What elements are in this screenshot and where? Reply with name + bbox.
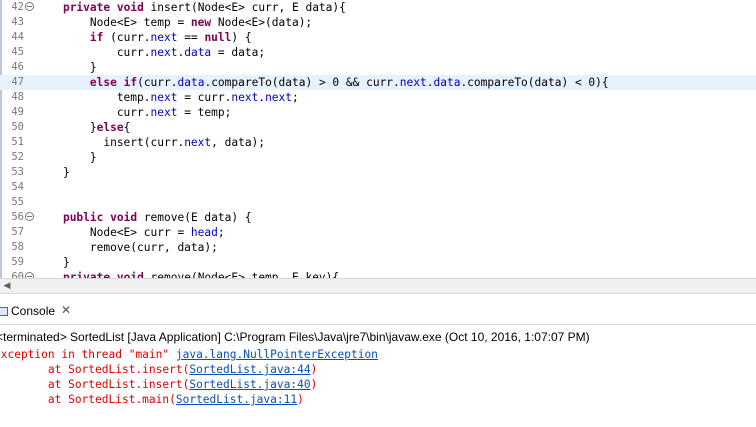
- code-line[interactable]: 46 }: [0, 60, 756, 75]
- stacktrace-link[interactable]: SortedList.java:44: [189, 363, 310, 376]
- code-line[interactable]: 59 }: [0, 255, 756, 270]
- code-text: if (curr.next == null) {: [89, 31, 252, 44]
- code-line[interactable]: 47 else if(curr.data.compareTo(data) > 0…: [0, 75, 756, 90]
- code-text: private void remove(Node<E> temp, E key)…: [62, 271, 340, 278]
- console-tab-bar: Console ✕: [0, 300, 756, 325]
- code-line[interactable]: 53 }: [0, 165, 756, 180]
- line-number: 45: [11, 46, 24, 58]
- line-number: 49: [11, 106, 24, 118]
- code-text: }: [36, 61, 97, 74]
- line-number: 59: [11, 256, 24, 268]
- fold-collapse-icon[interactable]: [25, 212, 34, 221]
- code-text: remove(curr, data);: [36, 241, 218, 254]
- code-text: Node<E> temp = new Node<E>(data);: [36, 16, 313, 29]
- console-output-line: at SortedList.insert(SortedList.java:44): [0, 363, 318, 376]
- line-number: 52: [11, 151, 24, 163]
- line-number: 57: [11, 226, 24, 238]
- code-text: else if(curr.data.compareTo(data) > 0 &&…: [89, 76, 609, 89]
- code-text: curr.next = temp;: [36, 106, 232, 119]
- line-number: 48: [11, 91, 24, 103]
- stacktrace-link[interactable]: SortedList.java:11: [176, 393, 297, 406]
- line-number: 55: [11, 196, 24, 208]
- line-number: 54: [11, 181, 24, 193]
- code-line[interactable]: 43 Node<E> temp = new Node<E>(data);: [0, 15, 756, 30]
- line-number: 44: [11, 31, 24, 43]
- console-output-line: at SortedList.insert(SortedList.java:40): [0, 378, 318, 391]
- code-line[interactable]: 55: [0, 195, 756, 210]
- code-text: }: [36, 151, 97, 164]
- line-number: 58: [11, 241, 24, 253]
- line-number: 47: [11, 76, 24, 88]
- line-number: 46: [11, 61, 24, 73]
- code-line[interactable]: 60 private void remove(Node<E> temp, E k…: [0, 270, 756, 278]
- console-tab-label: Console: [11, 304, 56, 318]
- fold-collapse-icon[interactable]: [25, 2, 34, 11]
- code-text: public void remove(E data) {: [62, 211, 252, 224]
- code-text: temp.next = curr.next.next;: [36, 91, 299, 104]
- scroll-left-arrow-icon[interactable]: ◀: [2, 281, 12, 291]
- line-number: 53: [11, 166, 24, 178]
- code-text: Node<E> curr = head;: [36, 226, 225, 239]
- stacktrace-link[interactable]: SortedList.java:40: [189, 378, 310, 391]
- line-number: 43: [11, 16, 24, 28]
- code-line[interactable]: 57 Node<E> curr = head;: [0, 225, 756, 240]
- code-line[interactable]: 44 if (curr.next == null) {: [0, 30, 756, 45]
- code-editor[interactable]: 42 private void insert(Node<E> curr, E d…: [0, 0, 756, 278]
- tab-console[interactable]: Console ✕: [0, 300, 84, 324]
- stacktrace-link[interactable]: java.lang.NullPointerException: [176, 348, 378, 361]
- line-number: 50: [11, 121, 24, 133]
- code-line[interactable]: 51 insert(curr.next, data);: [0, 135, 756, 150]
- close-icon[interactable]: ✕: [61, 303, 71, 317]
- code-line[interactable]: 45 curr.next.data = data;: [0, 45, 756, 60]
- code-text: curr.next.data = data;: [36, 46, 266, 59]
- code-line[interactable]: 56 public void remove(E data) {: [0, 210, 756, 225]
- code-line[interactable]: 48 temp.next = curr.next.next;: [0, 90, 756, 105]
- console-icon: [0, 307, 8, 316]
- code-line[interactable]: 42 private void insert(Node<E> curr, E d…: [0, 0, 756, 15]
- line-number: 56: [11, 211, 24, 223]
- code-text: insert(curr.next, data);: [36, 136, 266, 149]
- console-status-line: <terminated> SortedList [Java Applicatio…: [0, 330, 590, 344]
- code-line[interactable]: 58 remove(curr, data);: [0, 240, 756, 255]
- code-line[interactable]: 49 curr.next = temp;: [0, 105, 756, 120]
- line-number: 60: [11, 271, 24, 278]
- console-output-line: at SortedList.main(SortedList.java:11): [0, 393, 304, 406]
- line-number: 51: [11, 136, 24, 148]
- editor-horizontal-scrollbar[interactable]: ◀: [0, 278, 756, 294]
- code-line[interactable]: 52 }: [0, 150, 756, 165]
- code-text: private void insert(Node<E> curr, E data…: [62, 1, 346, 14]
- code-text: }: [36, 256, 70, 269]
- code-text: }else{: [36, 121, 131, 134]
- console-output-line: Exception in thread "main" java.lang.Nul…: [0, 348, 378, 361]
- code-text: }: [36, 166, 70, 179]
- code-line[interactable]: 54: [0, 180, 756, 195]
- line-number: 42: [11, 1, 24, 13]
- code-line[interactable]: 50 }else{: [0, 120, 756, 135]
